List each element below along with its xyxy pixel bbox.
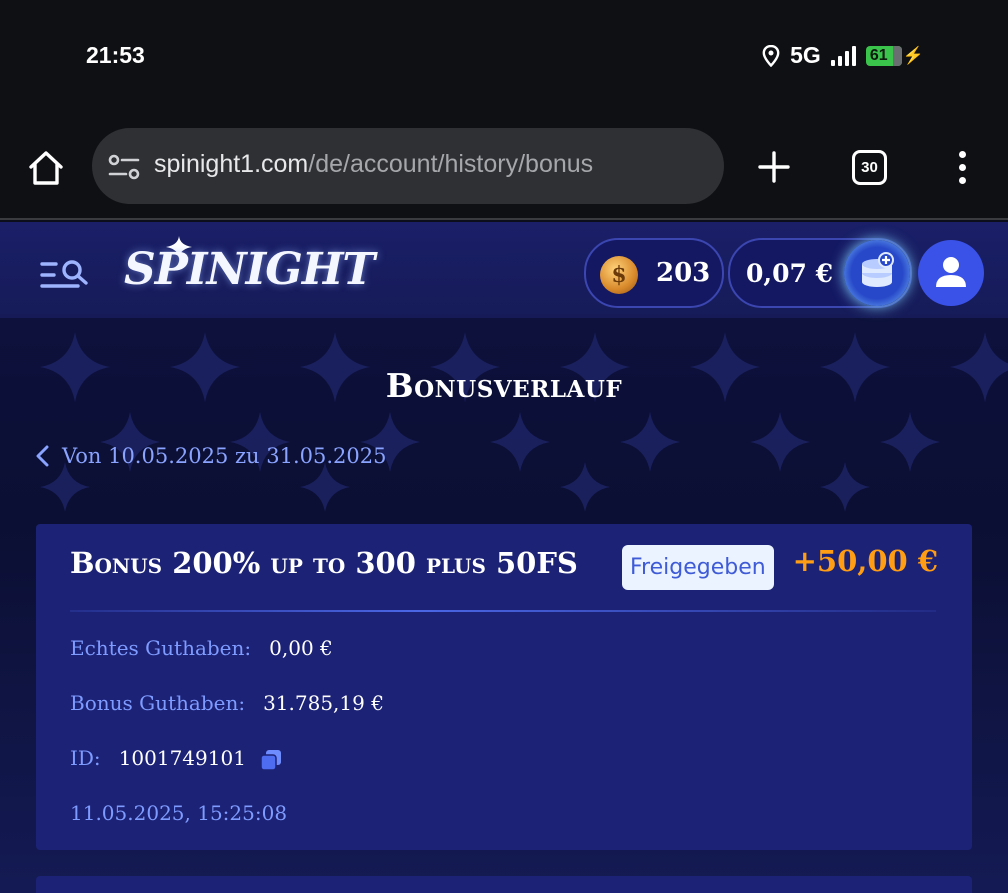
site-header: SPINIGHT $ 203 0,07 € bbox=[0, 222, 1008, 318]
deposit-button[interactable] bbox=[844, 240, 910, 306]
page-title: Bonusverlauf bbox=[385, 366, 623, 405]
date-range-text: Von 10.05.2025 zu 31.05.2025 bbox=[62, 444, 387, 468]
url-path: /de/account/history/bonus bbox=[308, 150, 594, 178]
coin-icon: $ bbox=[600, 256, 638, 294]
bonus-amount: +50,00 € bbox=[792, 544, 938, 578]
more-menu-icon[interactable] bbox=[955, 151, 969, 185]
url-domain: spinight1.com bbox=[154, 150, 309, 178]
bonus-title: Bonus 200% up to 300 plus 50FS bbox=[70, 546, 578, 580]
real-balance-row: Echtes Guthaben: 0,00 € bbox=[70, 636, 333, 660]
id-value: 1001749101 bbox=[118, 746, 246, 770]
bonus-timestamp: 11.05.2025, 15:25:08 bbox=[70, 801, 288, 825]
chevron-left-icon bbox=[36, 445, 49, 467]
balance-amount: 0,07 € bbox=[746, 259, 833, 288]
status-time: 21:53 bbox=[86, 42, 145, 68]
website-viewport: SPINIGHT $ 203 0,07 € Bonusverlauf Von 1… bbox=[0, 222, 1008, 893]
user-profile-button[interactable] bbox=[918, 240, 984, 306]
site-logo[interactable]: SPINIGHT bbox=[124, 244, 375, 295]
coin-stack-plus-icon bbox=[862, 252, 894, 287]
bonus-balance-row: Bonus Guthaben: 31.785,19 € bbox=[70, 691, 384, 715]
bonus-balance-value: 31.785,19 € bbox=[263, 691, 384, 715]
coins-count: 203 bbox=[656, 258, 711, 288]
bonus-balance-label: Bonus Guthaben: bbox=[70, 691, 246, 715]
date-range-back-link[interactable]: Von 10.05.2025 zu 31.05.2025 bbox=[34, 444, 387, 468]
real-balance-value: 0,00 € bbox=[269, 636, 333, 660]
status-icons: 5G 61 ⚡ bbox=[762, 42, 924, 69]
id-label: ID: bbox=[70, 746, 101, 770]
new-tab-icon[interactable] bbox=[757, 150, 791, 184]
next-bonus-card bbox=[36, 876, 972, 893]
real-balance-label: Echtes Guthaben: bbox=[70, 636, 252, 660]
tab-switcher-button[interactable]: 30 bbox=[852, 150, 887, 185]
bonus-history-card: Bonus 200% up to 300 plus 50FS Freigegeb… bbox=[36, 524, 972, 850]
id-row: ID: 1001749101 bbox=[70, 746, 282, 771]
user-icon bbox=[936, 257, 966, 287]
copy-icon[interactable] bbox=[260, 749, 282, 771]
signal-icon bbox=[830, 45, 856, 66]
address-bar[interactable]: spinight1.com/de/account/history/bonus bbox=[92, 128, 724, 204]
battery-icon: 61 ⚡ bbox=[865, 45, 924, 66]
card-divider bbox=[70, 610, 936, 612]
status-bar: 21:53 5G 61 ⚡ bbox=[0, 0, 1008, 110]
timestamp-row: 11.05.2025, 15:25:08 bbox=[70, 801, 287, 825]
location-icon bbox=[762, 44, 780, 67]
charging-icon: ⚡ bbox=[902, 45, 924, 65]
status-badge: Freigegeben bbox=[622, 545, 774, 590]
url-text[interactable]: spinight1.com/de/account/history/bonus bbox=[154, 150, 593, 179]
coins-widget[interactable]: $ 203 bbox=[584, 238, 724, 308]
battery-level: 61 bbox=[865, 45, 902, 66]
menu-search-icon[interactable] bbox=[40, 258, 90, 294]
site-settings-icon[interactable] bbox=[108, 154, 140, 180]
network-label: 5G bbox=[790, 42, 821, 68]
home-icon[interactable] bbox=[26, 148, 66, 188]
